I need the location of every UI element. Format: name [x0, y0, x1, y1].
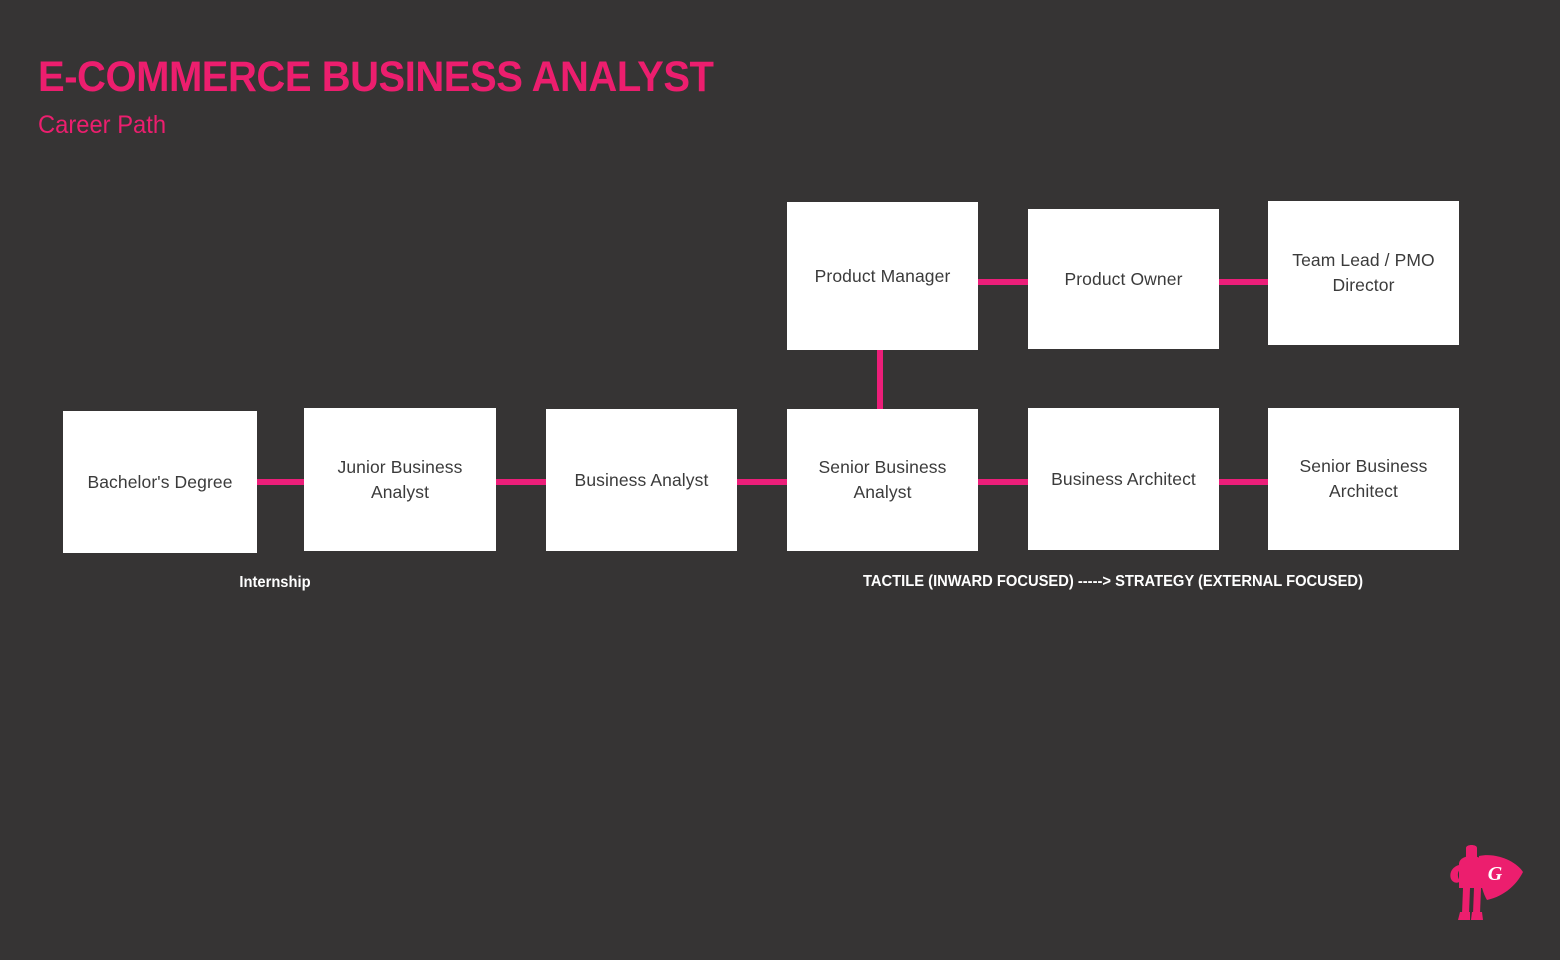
node-label: Senior Business Analyst	[818, 457, 947, 502]
connector-junior-to-analyst	[496, 479, 546, 485]
node-label: Business Architect	[1051, 468, 1196, 489]
node-business-analyst[interactable]: Business Analyst	[546, 409, 737, 551]
connector-manager-to-senior-analyst	[877, 350, 883, 410]
node-senior-business-architect[interactable]: Senior Business Architect	[1268, 408, 1459, 550]
connector-owner-to-team-lead	[1219, 279, 1268, 285]
node-junior-business-analyst[interactable]: Junior Business Analyst	[304, 408, 496, 551]
node-label: Team Lead / PMO Director	[1292, 250, 1435, 295]
node-label: Business Analyst	[574, 469, 709, 490]
node-label: Bachelor's Degree	[87, 471, 233, 492]
node-label: Senior Business Architect	[1299, 456, 1428, 501]
connector-analyst-to-senior-analyst	[737, 479, 787, 485]
tactile-strategy-caption: TACTILE (INWARD FOCUSED) -----> STRATEGY…	[863, 573, 1363, 590]
node-label: Junior Business Analyst	[337, 456, 463, 502]
node-label: Product Manager	[814, 265, 951, 286]
career-path-flowchart: Bachelor's Degree Junior Business Analyst…	[0, 0, 1560, 960]
node-product-owner[interactable]: Product Owner	[1028, 209, 1219, 349]
node-business-architect[interactable]: Business Architect	[1028, 408, 1219, 550]
node-team-lead-pmo-director[interactable]: Team Lead / PMO Director	[1268, 201, 1459, 345]
connector-architect-to-senior-architect	[1219, 479, 1268, 485]
slide-canvas: E-COMMERCE BUSINESS ANALYST Career Path …	[0, 0, 1560, 960]
logo-letter: G	[1488, 863, 1503, 885]
connector-manager-to-owner	[978, 279, 1028, 285]
node-bachelors-degree[interactable]: Bachelor's Degree	[63, 411, 257, 553]
node-senior-business-analyst[interactable]: Senior Business Analyst	[787, 409, 978, 551]
connector-bachelors-to-junior	[257, 479, 304, 485]
superhero-g-logo: G	[1447, 842, 1525, 924]
internship-caption: Internship	[239, 574, 311, 591]
connector-senior-analyst-to-architect	[978, 479, 1028, 485]
node-label: Product Owner	[1064, 268, 1183, 289]
node-product-manager[interactable]: Product Manager	[787, 202, 978, 350]
